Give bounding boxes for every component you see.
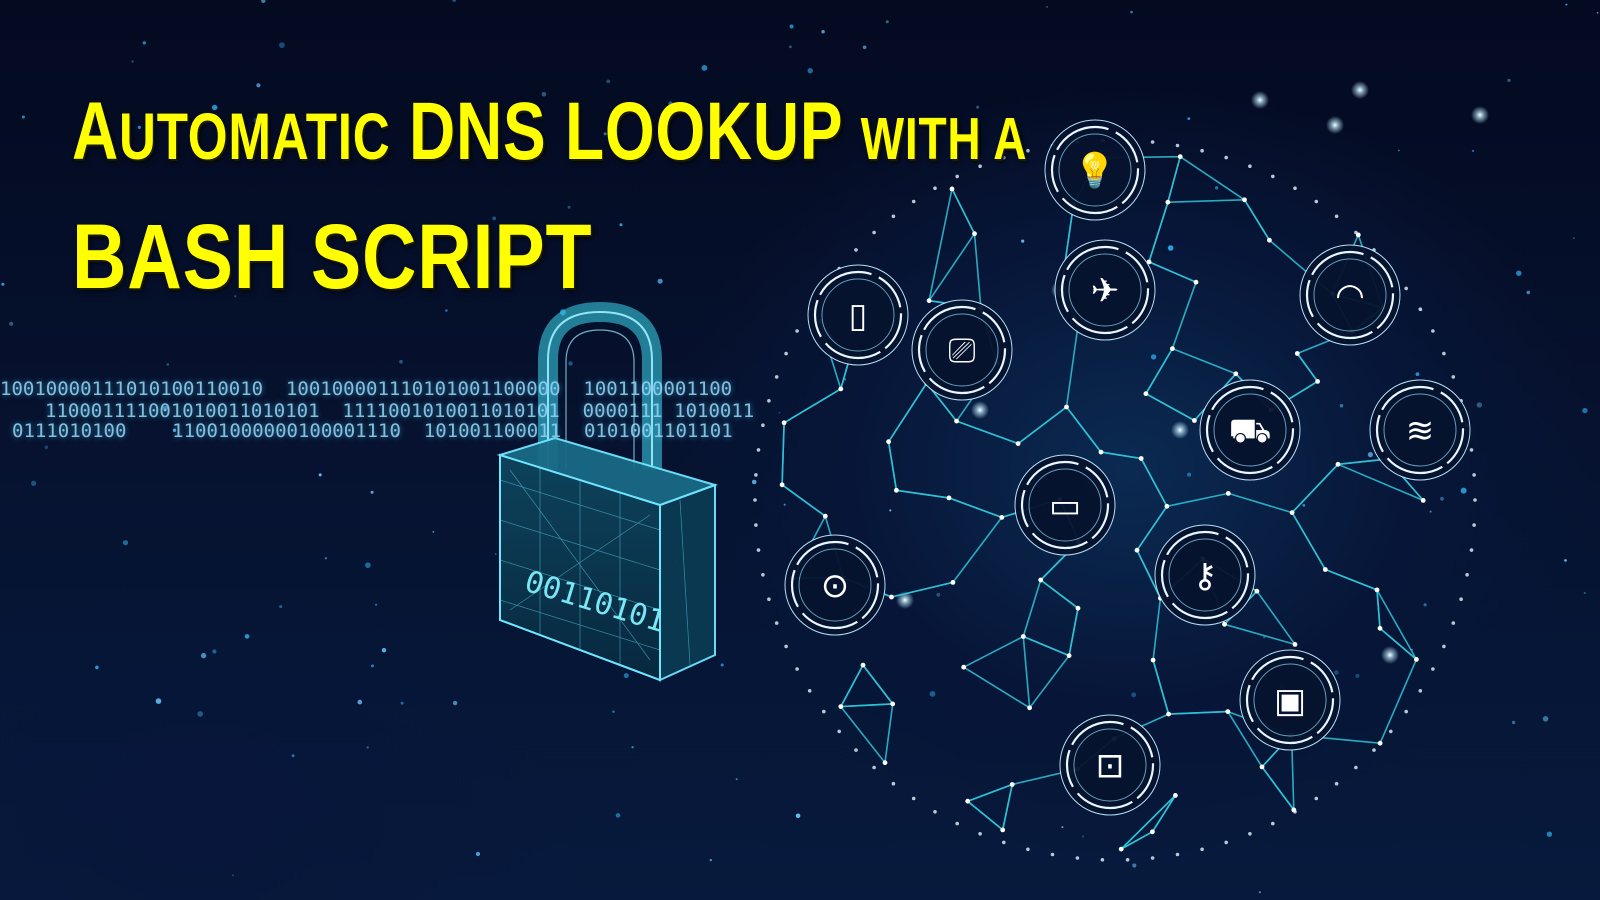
wifi-icon: ◠ — [1299, 244, 1401, 346]
headline-words-with-a: WITH A — [860, 106, 1028, 172]
headline-words-dns-lookup: DNS LOOKUP — [409, 86, 843, 177]
svg-text:⊙: ⊙ — [821, 566, 850, 606]
svg-text:⚷: ⚷ — [1193, 556, 1218, 596]
headline-line-2: BASH SCRIPT — [72, 206, 593, 308]
air-conditioner-icon: ≋ — [1369, 379, 1471, 481]
svg-text:▭: ▭ — [1049, 486, 1081, 526]
washing-machine-icon: ⊙ — [784, 534, 886, 636]
monitor-icon: ▭ — [1014, 454, 1116, 556]
svg-text:≋: ≋ — [1406, 411, 1435, 451]
network-globe: 💡 ✈ ◠ ▯ ⎚ ⛟ ≋ ▭ ⚷ ⊙ ▣ ⊡ — [753, 119, 1477, 862]
airplane-icon: ✈ — [1054, 239, 1156, 341]
fridge-icon: ▯ — [807, 264, 909, 366]
svg-text:⊡: ⊡ — [1096, 746, 1125, 786]
key-icon: ⚷ — [1154, 524, 1256, 626]
headline-word-automatic-rest: UTOMATIC — [118, 100, 391, 173]
headline-word-automatic-initial: A — [72, 86, 119, 177]
svg-text:💡: 💡 — [1074, 151, 1116, 191]
microwave-icon: ▣ — [1239, 649, 1341, 751]
binary-row: 110001111001010011010101 111100101001101… — [45, 400, 755, 422]
camera-icon: ⎚ — [911, 299, 1013, 401]
binary-row: 0111010100 11001000000100001110 10100110… — [12, 420, 733, 442]
svg-text:◠: ◠ — [1335, 276, 1365, 316]
binary-row: 10010000111010100110010 1001000011101010… — [0, 378, 733, 400]
banner: 💡 ✈ ◠ ▯ ⎚ ⛟ ≋ ▭ ⚷ ⊙ ▣ ⊡ 00110101 1001000… — [0, 0, 1600, 900]
svg-text:⎚: ⎚ — [948, 331, 975, 371]
svg-text:▣: ▣ — [1274, 681, 1306, 721]
svg-text:⛟: ⛟ — [1229, 411, 1272, 451]
headline-line-1: AUTOMATIC DNS LOOKUP WITH A — [72, 84, 1027, 187]
svg-text:▯: ▯ — [849, 296, 868, 336]
padlock-icon: 00110101 — [496, 301, 719, 682]
lamp-icon: 💡 — [1044, 119, 1146, 221]
coffee-maker-icon: ⊡ — [1059, 714, 1161, 816]
car-icon: ⛟ — [1199, 379, 1301, 481]
svg-text:✈: ✈ — [1091, 271, 1120, 311]
